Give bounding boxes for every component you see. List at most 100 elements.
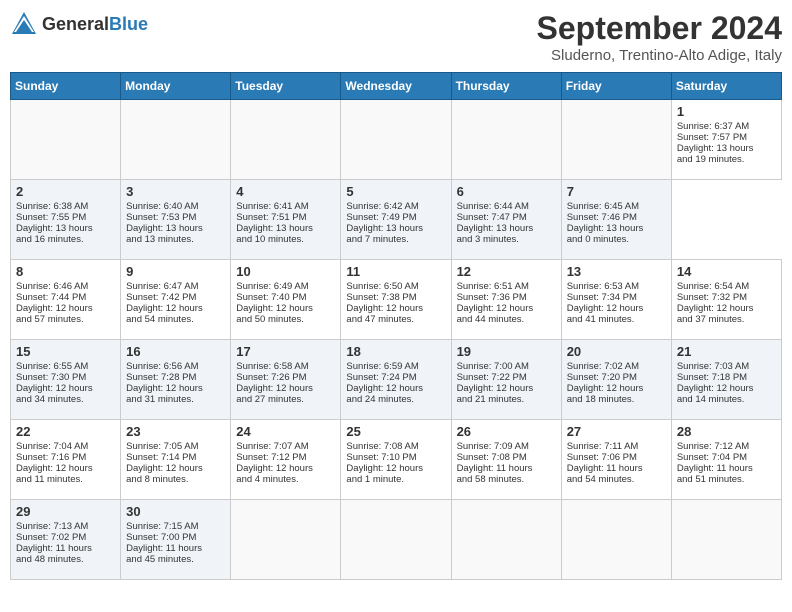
day-number: 11	[346, 264, 445, 279]
calendar-header-row: SundayMondayTuesdayWednesdayThursdayFrid…	[11, 73, 782, 100]
sunset-text: Sunset: 7:18 PM	[677, 372, 747, 383]
day-number: 5	[346, 184, 445, 199]
daylight-text: Daylight: 13 hours	[16, 223, 93, 234]
daylight-text: Daylight: 12 hours	[346, 383, 423, 394]
title-area: September 2024 Sluderno, Trentino-Alto A…	[537, 10, 782, 64]
daylight-text: Daylight: 12 hours	[236, 383, 313, 394]
daylight-text: Daylight: 12 hours	[126, 383, 203, 394]
calendar-day-cell	[341, 500, 451, 580]
daylight-minutes-text: and 44 minutes.	[457, 314, 525, 325]
daylight-minutes-text: and 48 minutes.	[16, 554, 84, 565]
sunrise-text: Sunrise: 6:37 AM	[677, 121, 749, 132]
calendar-day-cell: 27Sunrise: 7:11 AMSunset: 7:06 PMDayligh…	[561, 420, 671, 500]
sunset-text: Sunset: 7:47 PM	[457, 212, 527, 223]
day-number: 28	[677, 424, 776, 439]
calendar-day-cell: 14Sunrise: 6:54 AMSunset: 7:32 PMDayligh…	[671, 260, 781, 340]
calendar-day-cell: 15Sunrise: 6:55 AMSunset: 7:30 PMDayligh…	[11, 340, 121, 420]
calendar-day-cell: 17Sunrise: 6:58 AMSunset: 7:26 PMDayligh…	[231, 340, 341, 420]
sunset-text: Sunset: 7:46 PM	[567, 212, 637, 223]
calendar-day-cell	[11, 100, 121, 180]
sunset-text: Sunset: 7:24 PM	[346, 372, 416, 383]
calendar-day-cell: 16 Sunrise: 6:56 AMSunset: 7:28 PMDayligh…	[121, 340, 231, 420]
day-number: 20	[567, 344, 666, 359]
daylight-minutes-text: and 54 minutes.	[567, 474, 635, 485]
daylight-text: Daylight: 12 hours	[346, 463, 423, 474]
daylight-minutes-text: and 16 minutes.	[16, 234, 84, 245]
sunset-text: Sunset: 7:28 PM	[126, 372, 196, 383]
calendar-day-cell: 5Sunrise: 6:42 AMSunset: 7:49 PMDaylight…	[341, 180, 451, 260]
sunrise-text: Sunrise: 6:56 AM	[126, 361, 198, 372]
day-number: 10	[236, 264, 335, 279]
day-header-wednesday: Wednesday	[341, 73, 451, 100]
calendar-day-cell	[231, 100, 341, 180]
sunrise-text: Sunrise: 7:04 AM	[16, 441, 88, 452]
calendar-day-cell: 1Sunrise: 6:37 AMSunset: 7:57 PMDaylight…	[671, 100, 781, 180]
calendar-day-cell: 10Sunrise: 6:49 AMSunset: 7:40 PMDayligh…	[231, 260, 341, 340]
sunrise-text: Sunrise: 6:38 AM	[16, 201, 88, 212]
daylight-minutes-text: and 11 minutes.	[16, 474, 83, 485]
sunrise-text: Sunrise: 6:58 AM	[236, 361, 308, 372]
sunrise-text: Sunrise: 6:44 AM	[457, 201, 529, 212]
daylight-minutes-text: and 27 minutes.	[236, 394, 304, 405]
day-number: 1	[677, 104, 776, 119]
calendar-table: SundayMondayTuesdayWednesdayThursdayFrid…	[10, 72, 782, 580]
calendar-day-cell: 24Sunrise: 7:07 AMSunset: 7:12 PMDayligh…	[231, 420, 341, 500]
daylight-minutes-text: and 13 minutes.	[126, 234, 194, 245]
calendar-week-row: 8Sunrise: 6:46 AMSunset: 7:44 PMDaylight…	[11, 260, 782, 340]
day-number: 27	[567, 424, 666, 439]
day-header-tuesday: Tuesday	[231, 73, 341, 100]
day-number: 18	[346, 344, 445, 359]
sunrise-text: Sunrise: 6:46 AM	[16, 281, 88, 292]
calendar-day-cell: 29Sunrise: 7:13 AMSunset: 7:02 PMDayligh…	[11, 500, 121, 580]
day-number: 9	[126, 264, 225, 279]
day-number: 25	[346, 424, 445, 439]
sunrise-text: Sunrise: 6:45 AM	[567, 201, 639, 212]
sunset-text: Sunset: 7:55 PM	[16, 212, 86, 223]
day-number: 7	[567, 184, 666, 199]
sunset-text: Sunset: 7:12 PM	[236, 452, 306, 463]
day-number: 2	[16, 184, 115, 199]
calendar-day-cell	[451, 100, 561, 180]
sunrise-text: Sunrise: 6:54 AM	[677, 281, 749, 292]
calendar-day-cell: 18 Sunrise: 6:59 AMSunset: 7:24 PMDayligh…	[341, 340, 451, 420]
day-number: 30	[126, 504, 225, 519]
sunrise-text: Sunrise: 7:02 AM	[567, 361, 639, 372]
sunset-text: Sunset: 7:26 PM	[236, 372, 306, 383]
sunrise-text: Sunrise: 6:59 AM	[346, 361, 418, 372]
sunset-text: Sunset: 7:40 PM	[236, 292, 306, 303]
calendar-day-cell	[231, 500, 341, 580]
calendar-day-cell: 4Sunrise: 6:41 AMSunset: 7:51 PMDaylight…	[231, 180, 341, 260]
calendar-day-cell	[121, 100, 231, 180]
sunrise-text: Sunrise: 7:12 AM	[677, 441, 749, 452]
calendar-day-cell: 26Sunrise: 7:09 AMSunset: 7:08 PMDayligh…	[451, 420, 561, 500]
daylight-minutes-text: and 58 minutes.	[457, 474, 525, 485]
daylight-text: Daylight: 11 hours	[126, 543, 202, 554]
sunrise-text: Sunrise: 7:07 AM	[236, 441, 308, 452]
day-number: 6	[457, 184, 556, 199]
daylight-text: Daylight: 12 hours	[567, 303, 644, 314]
daylight-minutes-text: and 57 minutes.	[16, 314, 84, 325]
sunrise-text: Sunrise: 6:50 AM	[346, 281, 418, 292]
sunset-text: Sunset: 7:30 PM	[16, 372, 86, 383]
sunset-text: Sunset: 7:06 PM	[567, 452, 637, 463]
calendar-day-cell: 8Sunrise: 6:46 AMSunset: 7:44 PMDaylight…	[11, 260, 121, 340]
sunrise-text: Sunrise: 6:51 AM	[457, 281, 529, 292]
sunset-text: Sunset: 7:10 PM	[346, 452, 416, 463]
day-number: 16	[126, 344, 225, 359]
daylight-minutes-text: and 45 minutes.	[126, 554, 194, 565]
day-number: 4	[236, 184, 335, 199]
calendar-week-row: 2 Sunrise: 6:38 AMSunset: 7:55 PMDaylight…	[11, 180, 782, 260]
sunrise-text: Sunrise: 7:13 AM	[16, 521, 88, 532]
sunrise-text: Sunrise: 7:08 AM	[346, 441, 418, 452]
daylight-text: Daylight: 12 hours	[16, 303, 93, 314]
daylight-text: Daylight: 12 hours	[16, 383, 93, 394]
calendar-week-row: 1Sunrise: 6:37 AMSunset: 7:57 PMDaylight…	[11, 100, 782, 180]
calendar-body: 1Sunrise: 6:37 AMSunset: 7:57 PMDaylight…	[11, 100, 782, 580]
day-number: 29	[16, 504, 115, 519]
sunset-text: Sunset: 7:22 PM	[457, 372, 527, 383]
day-number: 13	[567, 264, 666, 279]
daylight-minutes-text: and 4 minutes.	[236, 474, 298, 485]
daylight-minutes-text: and 50 minutes.	[236, 314, 304, 325]
day-number: 14	[677, 264, 776, 279]
daylight-minutes-text: and 47 minutes.	[346, 314, 414, 325]
